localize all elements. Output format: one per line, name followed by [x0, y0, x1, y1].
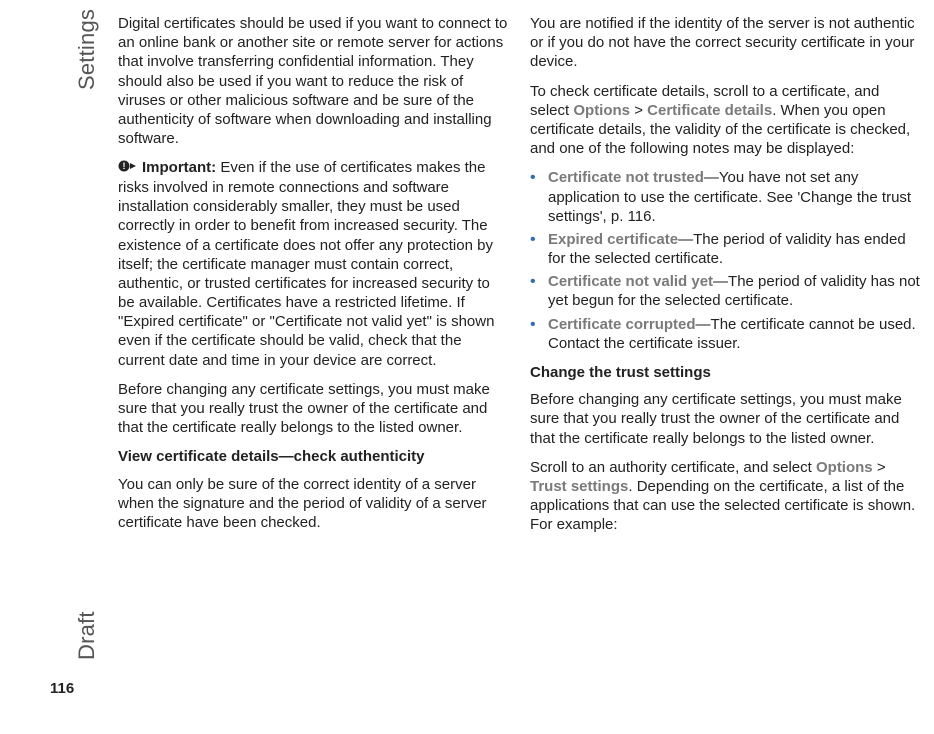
svg-text:!: !	[123, 161, 126, 171]
text: >	[630, 102, 647, 119]
bullet-icon: •	[530, 315, 548, 334]
subheading-change-trust: Change the trust settings	[530, 363, 920, 382]
menu-options-label: Options	[573, 102, 630, 119]
menu-options-label: Options	[816, 459, 873, 476]
list-item-body: Expired certificate—The period of validi…	[548, 230, 920, 268]
bullet-icon: •	[530, 230, 548, 249]
paragraph: You can only be sure of the correct iden…	[118, 475, 508, 533]
paragraph: Before changing any certificate settings…	[118, 380, 508, 438]
list-item: • Expired certificate—The period of vali…	[530, 230, 920, 268]
list-item: • Certificate not valid yet—The period o…	[530, 272, 920, 310]
text: Scroll to an authority certificate, and …	[530, 459, 816, 476]
text: >	[873, 459, 886, 476]
bullet-icon: •	[530, 272, 548, 291]
important-body: Even if the use of certificates makes th…	[118, 159, 494, 368]
column-left: Digital certificates should be used if y…	[118, 14, 508, 664]
page: Settings Draft 116 Digital certificates …	[0, 0, 934, 734]
draft-watermark: Draft	[74, 611, 100, 660]
list-item-body: Certificate corrupted—The certificate ca…	[548, 315, 920, 353]
status-term: Certificate not valid yet	[548, 273, 713, 290]
page-number: 116	[50, 680, 74, 697]
paragraph: To check certificate details, scroll to …	[530, 82, 920, 159]
paragraph: Digital certificates should be used if y…	[118, 14, 508, 148]
important-note: ! Important: Even if the use of certific…	[118, 158, 508, 370]
subheading-view-details: View certificate details—check authentic…	[118, 447, 508, 466]
menu-trust-settings-label: Trust settings	[530, 478, 628, 495]
list-item-body: Certificate not trusted—You have not set…	[548, 168, 920, 226]
status-term: Expired certificate	[548, 231, 678, 248]
important-icon: !	[118, 159, 138, 178]
menu-certificate-details-label: Certificate details	[647, 102, 772, 119]
list-item: • Certificate corrupted—The certificate …	[530, 315, 920, 353]
status-list: • Certificate not trusted—You have not s…	[530, 168, 920, 353]
bullet-icon: •	[530, 168, 548, 187]
content-columns: Digital certificates should be used if y…	[118, 14, 920, 664]
column-right: You are notified if the identity of the …	[530, 14, 920, 664]
section-header: Settings	[74, 9, 100, 90]
status-term: Certificate not trusted	[548, 169, 704, 186]
paragraph: Before changing any certificate settings…	[530, 390, 920, 448]
paragraph: Scroll to an authority certificate, and …	[530, 458, 920, 535]
list-item: • Certificate not trusted—You have not s…	[530, 168, 920, 226]
list-item-body: Certificate not valid yet—The period of …	[548, 272, 920, 310]
status-term: Certificate corrupted	[548, 316, 696, 333]
paragraph: You are notified if the identity of the …	[530, 14, 920, 72]
important-label: Important:	[142, 159, 216, 176]
side-rail: Settings Draft 116	[0, 0, 90, 734]
